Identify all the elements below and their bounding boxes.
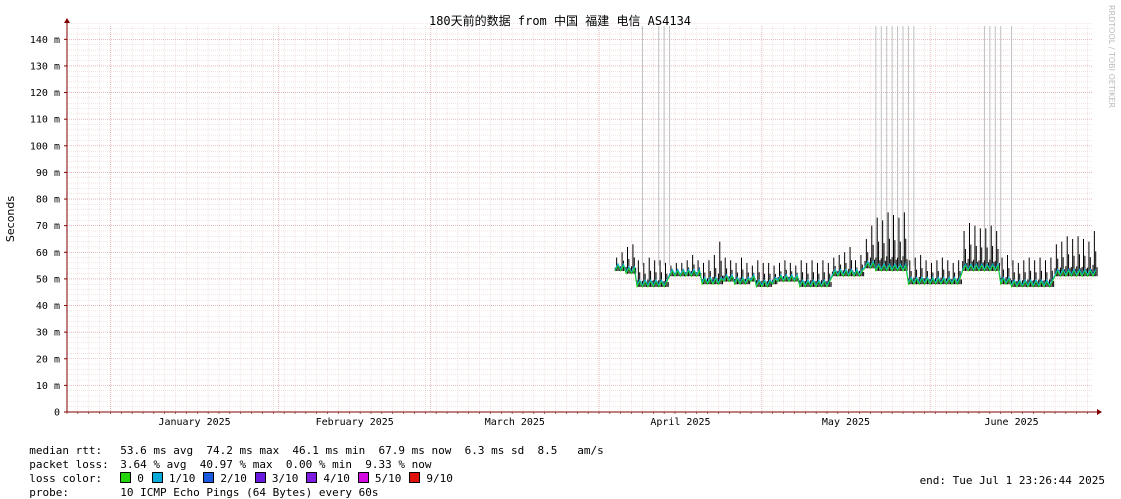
y-axis-label: Seconds (4, 196, 17, 242)
loss-color-entry: 9/10 (409, 472, 453, 485)
end-timestamp: end: Tue Jul 1 23:26:44 2025 (919, 474, 1105, 487)
y-tick-label: 90 m (36, 168, 60, 179)
x-tick-label: March 2025 (485, 417, 545, 428)
y-tick-label: 140 m (30, 35, 60, 46)
x-tick-label: April 2025 (650, 417, 710, 428)
loss-color-label: 5/10 (374, 472, 402, 485)
x-axis-ticks: January 2025 February 2025 March 2025 April… (158, 417, 1038, 428)
chart-title: 180天前的数据 from 中国 福建 电信 AS4134 (429, 13, 691, 28)
smoke-band (614, 212, 1098, 287)
y-tick-label: 110 m (30, 115, 60, 126)
x-tick-label: June 2025 (984, 417, 1038, 428)
y-axis-arrow (64, 18, 70, 23)
x-tick-label: May 2025 (822, 417, 870, 428)
y-tick-label: 80 m (36, 195, 60, 206)
y-tick-label: 40 m (36, 301, 60, 312)
x-tick-label: January 2025 (158, 417, 230, 428)
y-tick-label: 30 m (36, 328, 60, 339)
probe-row: probe: 10 ICMP Echo Pings (64 Bytes) ever… (16, 473, 379, 499)
probe-label: probe: (29, 486, 69, 499)
chart-grid (66, 23, 1093, 413)
y-tick-label: 20 m (36, 354, 60, 365)
y-tick-label: 120 m (30, 88, 60, 99)
loss-color-swatch (409, 472, 421, 483)
y-tick-label: 100 m (30, 141, 60, 152)
y-tick-label: 50 m (36, 274, 60, 285)
y-axis-ticks: 0 10 m 20 m 30 m 40 m 50 m 60 m 70 m 80 m 90 m 100… (30, 35, 67, 419)
probe-description: 10 ICMP Echo Pings (64 Bytes) every 60s (120, 486, 379, 499)
x-axis-arrow (1097, 409, 1102, 415)
y-tick-label: 10 m (36, 381, 60, 392)
loss-color-label: 9/10 (426, 472, 453, 485)
x-tick-label: February 2025 (316, 417, 394, 428)
y-tick-label: 60 m (36, 248, 60, 259)
y-tick-label: 0 (54, 408, 60, 419)
y-tick-label: 130 m (30, 61, 60, 72)
y-tick-label: 70 m (36, 221, 60, 232)
rrdtool-watermark: RRDTOOL / TOBI OETIKER (1107, 5, 1116, 108)
latency-chart: 0 10 m 20 m 30 m 40 m 50 m 60 m 70 m 80 m 90 m 100… (4, 5, 1116, 428)
